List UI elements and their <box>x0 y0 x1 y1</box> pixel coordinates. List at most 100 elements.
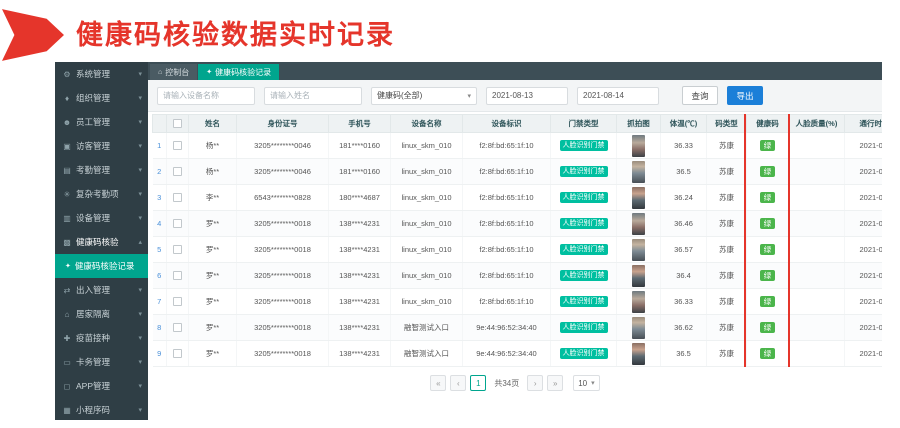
first-page-button[interactable]: « <box>430 375 446 391</box>
row-checkbox[interactable] <box>173 193 182 202</box>
cell-phone: 138****4231 <box>329 263 391 289</box>
device-name-input[interactable] <box>157 87 255 105</box>
query-button[interactable]: 查询 <box>682 86 718 105</box>
cell-capture <box>617 237 661 263</box>
sidebar-item-label: 复杂考勤项 <box>76 188 134 200</box>
chevron-down-icon: ▾ <box>138 286 142 294</box>
sidebar-item-visitor[interactable]: ▣访客管理▾ <box>55 134 148 158</box>
health-code-select[interactable]: 健康码(全部) ▾ <box>371 87 477 105</box>
cell-code-type: 苏康 <box>707 289 747 315</box>
row-checkbox-cell <box>167 159 189 185</box>
row-index: 7 <box>153 289 167 315</box>
visitor-icon: ▣ <box>62 142 72 151</box>
column-header: 体温(℃) <box>661 115 707 133</box>
cell-temperature: 36.24 <box>661 185 707 211</box>
last-page-button[interactable]: » <box>547 375 563 391</box>
row-checkbox[interactable] <box>173 219 182 228</box>
door-type-badge: 人脸识别门禁 <box>560 218 608 229</box>
tab-health-record[interactable]: ✦健康码核验记录 <box>198 64 279 80</box>
row-checkbox[interactable] <box>173 323 182 332</box>
cell-door-type: 人脸识别门禁 <box>551 133 617 159</box>
date-to-input[interactable] <box>577 87 659 105</box>
cell-device-id: f2:8f:bd:65:1f:10 <box>463 263 551 289</box>
page-size-select[interactable]: 10 ▾ <box>573 375 599 391</box>
sidebar-item-access[interactable]: ⇄出入管理▾ <box>55 278 148 302</box>
table-row: 8罗**3205********0018138****4231融智测试入口9e:… <box>153 315 883 341</box>
capture-image[interactable] <box>632 213 645 235</box>
cell-door-type: 人脸识别门禁 <box>551 237 617 263</box>
pagination: « ‹ 1 共34页 › » 10 ▾ <box>148 371 882 395</box>
cell-phone: 138****4231 <box>329 315 391 341</box>
select-all-checkbox[interactable] <box>173 119 182 128</box>
arrows-icon: ⇄ <box>62 286 72 295</box>
row-checkbox[interactable] <box>173 271 182 280</box>
sidebar-item-system[interactable]: ⚙系统管理▾ <box>55 62 148 86</box>
capture-image[interactable] <box>632 135 645 157</box>
records-table: 姓名身份证号手机号设备名称设备标识门禁类型抓拍图体温(℃)码类型健康码人脸质量(… <box>152 114 882 367</box>
cell-face-quality <box>789 211 845 237</box>
row-checkbox-cell <box>167 289 189 315</box>
sidebar-item-device[interactable]: ▥设备管理▾ <box>55 206 148 230</box>
users-icon: ☻ <box>62 118 72 127</box>
row-checkbox-cell <box>167 237 189 263</box>
table-row: 7罗**3205********0018138****4231linux_skm… <box>153 289 883 315</box>
row-index: 3 <box>153 185 167 211</box>
cell-id-number: 6543********0828 <box>237 185 329 211</box>
sidebar-item-vaccine[interactable]: ✚疫苗接种▾ <box>55 326 148 350</box>
sidebar-item-card[interactable]: ▭卡务管理▾ <box>55 350 148 374</box>
table-row: 5罗**3205********0018138****4231linux_skm… <box>153 237 883 263</box>
sidebar-item-employee[interactable]: ☻员工管理▾ <box>55 110 148 134</box>
door-type-badge: 人脸识别门禁 <box>560 140 608 151</box>
sidebar-item-label: 健康码核验 <box>76 236 134 248</box>
sidebar-item-complex-attendance[interactable]: ✳复杂考勤项▾ <box>55 182 148 206</box>
cell-device-name: 融智测试入口 <box>391 341 463 367</box>
health-code-badge: 绿 <box>760 140 776 152</box>
row-checkbox[interactable] <box>173 141 182 150</box>
capture-image[interactable] <box>632 265 645 287</box>
row-checkbox[interactable] <box>173 297 182 306</box>
tab-bar: ⌂控制台✦健康码核验记录 <box>148 62 882 80</box>
capture-image[interactable] <box>632 187 645 209</box>
sidebar-item-quarantine[interactable]: ⌂居家隔离▾ <box>55 302 148 326</box>
prev-page-button[interactable]: ‹ <box>450 375 466 391</box>
capture-image[interactable] <box>632 291 645 313</box>
table-row: 1杨**3205********0046181****0160linux_skm… <box>153 133 883 159</box>
chevron-down-icon: ▾ <box>138 310 142 318</box>
health-code-badge: 绿 <box>760 348 776 360</box>
sidebar-item-label: 疫苗接种 <box>76 332 134 344</box>
cell-code-type: 苏康 <box>707 211 747 237</box>
row-checkbox[interactable] <box>173 245 182 254</box>
capture-image[interactable] <box>632 239 645 261</box>
cell-device-id: f2:8f:bd:65:1f:10 <box>463 211 551 237</box>
next-page-button[interactable]: › <box>527 375 543 391</box>
cell-face-quality <box>789 133 845 159</box>
export-button[interactable]: 导出 <box>727 86 763 105</box>
tab-console[interactable]: ⌂控制台 <box>150 64 197 80</box>
name-input[interactable] <box>264 87 362 105</box>
date-from-input[interactable] <box>486 87 568 105</box>
current-page-button[interactable]: 1 <box>470 375 486 391</box>
cell-device-id: f2:8f:bd:65:1f:10 <box>463 159 551 185</box>
sidebar-item-attendance[interactable]: ▤考勤管理▾ <box>55 158 148 182</box>
row-index: 4 <box>153 211 167 237</box>
capture-image[interactable] <box>632 343 645 365</box>
cell-door-type: 人脸识别门禁 <box>551 341 617 367</box>
row-checkbox[interactable] <box>173 349 182 358</box>
cell-device-name: linux_skm_010 <box>391 211 463 237</box>
sidebar-item-app[interactable]: ◻APP管理▾ <box>55 374 148 398</box>
sidebar-item-organization[interactable]: ♦组织管理▾ <box>55 86 148 110</box>
capture-image[interactable] <box>632 161 645 183</box>
row-checkbox[interactable] <box>173 167 182 176</box>
sidebar-subitem-health-record[interactable]: ✦健康码核验记录 <box>55 254 148 278</box>
health-code-badge: 绿 <box>760 322 776 334</box>
cell-pass-time: 2021-08- <box>845 263 883 289</box>
chevron-down-icon: ▾ <box>138 94 142 102</box>
health-code-badge: 绿 <box>760 192 776 204</box>
row-checkbox-cell <box>167 315 189 341</box>
cell-pass-time: 2021-08- <box>845 315 883 341</box>
cell-health-code: 绿 <box>747 185 789 211</box>
sidebar-subitem-label: 健康码核验记录 <box>75 260 135 272</box>
sidebar-item-health-check[interactable]: ▩健康码核验▴ <box>55 230 148 254</box>
sidebar-item-miniprogram[interactable]: ▦小程序码▾ <box>55 398 148 420</box>
capture-image[interactable] <box>632 317 645 339</box>
